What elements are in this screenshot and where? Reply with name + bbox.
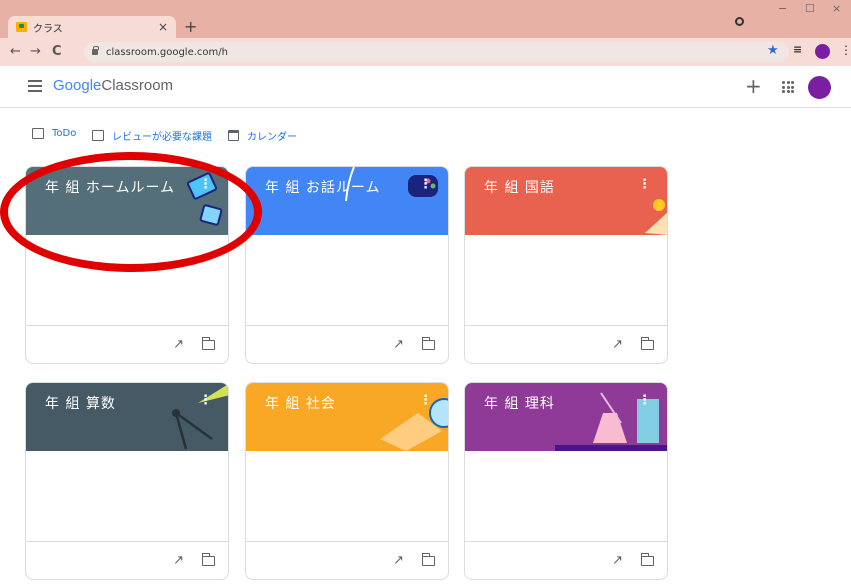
forward-arrow-icon[interactable]: → — [30, 44, 41, 59]
card-footer: ↗ — [465, 325, 667, 363]
class-card-social-studies[interactable]: 年 組 社会 ⋮ ↗ — [245, 382, 449, 580]
card-menu-icon[interactable]: ⋮ — [199, 393, 212, 408]
bookmark-star-icon[interactable]: ★ — [767, 43, 779, 58]
todo-icon — [32, 128, 44, 139]
card-banner[interactable]: 年 組 国語 ⋮ — [465, 167, 667, 235]
trend-icon[interactable]: ↗ — [173, 553, 184, 568]
review-link[interactable]: レビューが必要な課題 — [92, 128, 212, 143]
address-bar[interactable]: classroom.google.com/h — [84, 42, 789, 62]
card-banner[interactable]: 年 組 算数 ⋮ — [26, 383, 228, 451]
card-title[interactable]: 年 組 算数 — [45, 393, 116, 413]
folder-icon[interactable] — [421, 337, 435, 350]
tab-title: クラス — [33, 23, 63, 35]
browser-profile-avatar[interactable] — [815, 44, 830, 59]
trend-icon[interactable]: ↗ — [612, 553, 623, 568]
trend-icon[interactable]: ↗ — [173, 337, 184, 352]
card-footer: ↗ — [26, 541, 228, 579]
calendar-label: カレンダー — [247, 132, 297, 143]
browser-toolbar: ← → C classroom.google.com/h ★ ≡ ⋮ — [0, 38, 851, 66]
card-menu-icon[interactable]: ⋮ — [419, 177, 432, 192]
trend-icon[interactable]: ↗ — [393, 337, 404, 352]
folder-icon[interactable] — [201, 553, 215, 566]
card-menu-icon[interactable]: ⋮ — [638, 177, 651, 192]
annotation-highlight-ring — [0, 152, 262, 272]
compass-ruler-illustration-icon — [172, 384, 228, 450]
card-footer: ↗ — [246, 541, 448, 579]
todo-link[interactable]: ToDo — [32, 128, 76, 139]
map-globe-illustration-icon — [380, 398, 448, 451]
lock-icon — [92, 46, 99, 55]
minimize-button[interactable]: − — [778, 2, 787, 15]
folder-icon[interactable] — [201, 337, 215, 350]
brand-product: Classroom — [101, 77, 174, 94]
add-class-button[interactable]: + — [745, 74, 762, 98]
folder-icon[interactable] — [640, 337, 654, 350]
card-footer: ↗ — [465, 541, 667, 579]
browser-menu-icon[interactable]: ⋮ — [840, 43, 851, 57]
folder-icon[interactable] — [640, 553, 654, 566]
google-classroom-logo[interactable]: GoogleClassroom — [53, 77, 173, 94]
record-icon[interactable] — [735, 17, 744, 26]
close-window-button[interactable]: × — [832, 2, 841, 15]
brand-google: Google — [53, 77, 102, 94]
tab-close-icon[interactable]: × — [158, 20, 168, 34]
browser-tab-bar: クラス × + − ☐ × — [0, 0, 851, 38]
card-title[interactable]: 年 組 お話ルーム — [265, 177, 380, 197]
account-avatar[interactable] — [808, 76, 831, 99]
calendar-icon — [228, 130, 239, 141]
url-text: classroom.google.com/h — [106, 46, 228, 58]
card-footer: ↗ — [246, 325, 448, 363]
todo-label: ToDo — [52, 128, 77, 139]
new-tab-button[interactable]: + — [184, 17, 197, 36]
card-menu-icon[interactable]: ⋮ — [419, 393, 432, 408]
card-banner[interactable]: 年 組 理科 ⋮ — [465, 383, 667, 451]
trend-icon[interactable]: ↗ — [393, 553, 404, 568]
card-footer: ↗ — [26, 325, 228, 363]
back-arrow-icon[interactable]: ← — [10, 44, 21, 59]
browser-tab[interactable]: クラス × — [8, 16, 176, 38]
review-label: レビューが必要な課題 — [112, 132, 212, 143]
class-card-talk-room[interactable]: 年 組 お話ルーム ⋮ ↗ — [245, 166, 449, 364]
google-apps-icon[interactable] — [782, 81, 794, 93]
class-card-japanese[interactable]: 年 組 国語 ⋮ ↗ — [464, 166, 668, 364]
class-card-science[interactable]: 年 組 理科 ⋮ ↗ — [464, 382, 668, 580]
classroom-favicon-icon — [16, 22, 27, 32]
media-control-icon[interactable]: ≡ — [793, 43, 802, 56]
main-menu-icon[interactable] — [28, 80, 42, 92]
book-illustration-icon — [645, 199, 667, 235]
card-title[interactable]: 年 組 社会 — [265, 393, 336, 413]
review-icon — [92, 130, 104, 141]
folder-icon[interactable] — [421, 553, 435, 566]
card-title[interactable]: 年 組 理科 — [484, 393, 555, 413]
trend-icon[interactable]: ↗ — [612, 337, 623, 352]
card-banner[interactable]: 年 組 社会 ⋮ — [246, 383, 448, 451]
classroom-header: GoogleClassroom + — [0, 66, 851, 108]
card-menu-icon[interactable]: ⋮ — [638, 393, 651, 408]
class-card-math[interactable]: 年 組 算数 ⋮ ↗ — [25, 382, 229, 580]
maximize-button[interactable]: ☐ — [805, 2, 815, 15]
card-title[interactable]: 年 組 国語 — [484, 177, 555, 197]
calendar-link[interactable]: カレンダー — [228, 128, 297, 143]
card-banner[interactable]: 年 組 お話ルーム ⋮ — [246, 167, 448, 235]
reload-icon[interactable]: C — [52, 44, 62, 59]
